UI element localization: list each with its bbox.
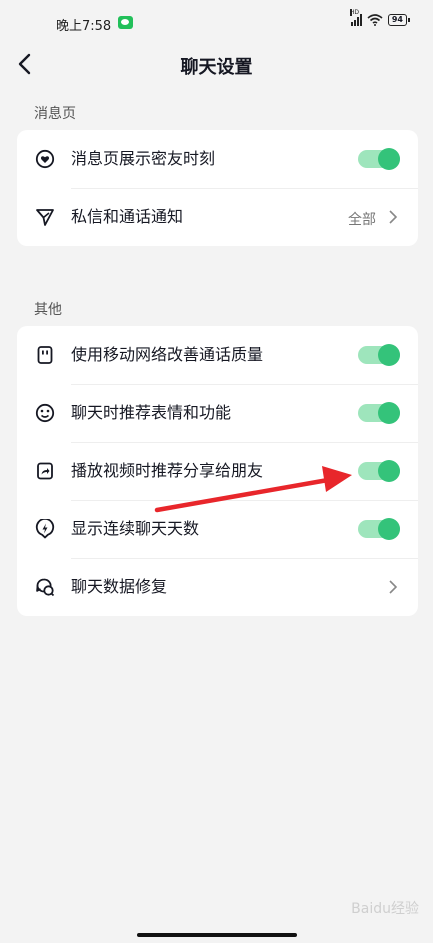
wechat-icon [118,16,133,29]
setting-label: 播放视频时推荐分享给朋友 [71,461,264,480]
close-friend-moments-toggle[interactable] [358,148,400,170]
chat-streak-days-toggle[interactable] [358,518,400,540]
setting-label: 聊天数据修复 [71,577,168,596]
setting-row-recommend-share-video[interactable]: 播放视频时推荐分享给朋友 [17,442,418,500]
sim-card-icon [37,346,53,364]
signal-icon: HD [349,9,362,26]
setting-label: 消息页展示密友时刻 [71,149,216,168]
mobile-network-call-quality-toggle[interactable] [358,344,400,366]
status-time: 晚上7:58 [56,19,112,34]
setting-row-chat-data-repair[interactable]: 聊天数据修复 [17,558,418,616]
setting-row-mobile-network-call-quality[interactable]: 使用移动网络改善通话质量 [17,326,418,384]
watermark: Baidu经验 [351,901,419,917]
toggle-knob [378,518,400,540]
battery-icon: 94 [387,14,411,26]
settings-card-messages: 消息页展示密友时刻 私信和通话通知 全部 [17,130,418,246]
section-label-messages: 消息页 [34,106,76,122]
setting-label: 使用移动网络改善通话质量 [71,345,264,364]
section-label-other: 其他 [34,302,62,318]
chat-bubbles-icon [36,578,55,597]
share-icon [37,462,53,480]
setting-label: 私信和通话通知 [71,207,184,226]
lightning-icon [35,519,55,539]
toggle-knob [378,460,400,482]
status-indicators: HD 94 [349,9,411,26]
setting-row-recommend-stickers[interactable]: 聊天时推荐表情和功能 [17,384,418,442]
setting-row-close-friend-moments[interactable]: 消息页展示密友时刻 [17,130,418,188]
status-bar: 晚上7:58 HD 94 [0,0,433,46]
setting-row-chat-streak-days[interactable]: 显示连续聊天天数 [17,500,418,558]
smiley-icon [35,403,55,423]
chevron-right-icon [389,210,398,224]
setting-row-dm-call-notifications[interactable]: 私信和通话通知 全部 [17,188,418,246]
setting-label: 显示连续聊天天数 [71,519,200,538]
recommend-share-video-toggle[interactable] [358,460,400,482]
toggle-knob [378,344,400,366]
setting-label: 聊天时推荐表情和功能 [71,403,232,422]
wifi-icon [367,14,383,26]
toggle-knob [378,402,400,424]
toggle-knob [378,148,400,170]
settings-card-other: 使用移动网络改善通话质量 聊天时推荐表情和功能 播放视频时推荐分享给朋友 显示连… [17,326,418,616]
page-title: 聊天设置 [180,57,253,78]
chevron-right-icon [389,580,398,594]
signal-hd-label: HD [349,9,359,16]
notification-value: 全部 [348,212,376,228]
send-icon [36,209,54,226]
navigation-bar: 聊天设置 [0,44,433,84]
recommend-stickers-toggle[interactable] [358,402,400,424]
heart-circle-icon [35,149,55,169]
home-indicator[interactable] [137,933,297,937]
